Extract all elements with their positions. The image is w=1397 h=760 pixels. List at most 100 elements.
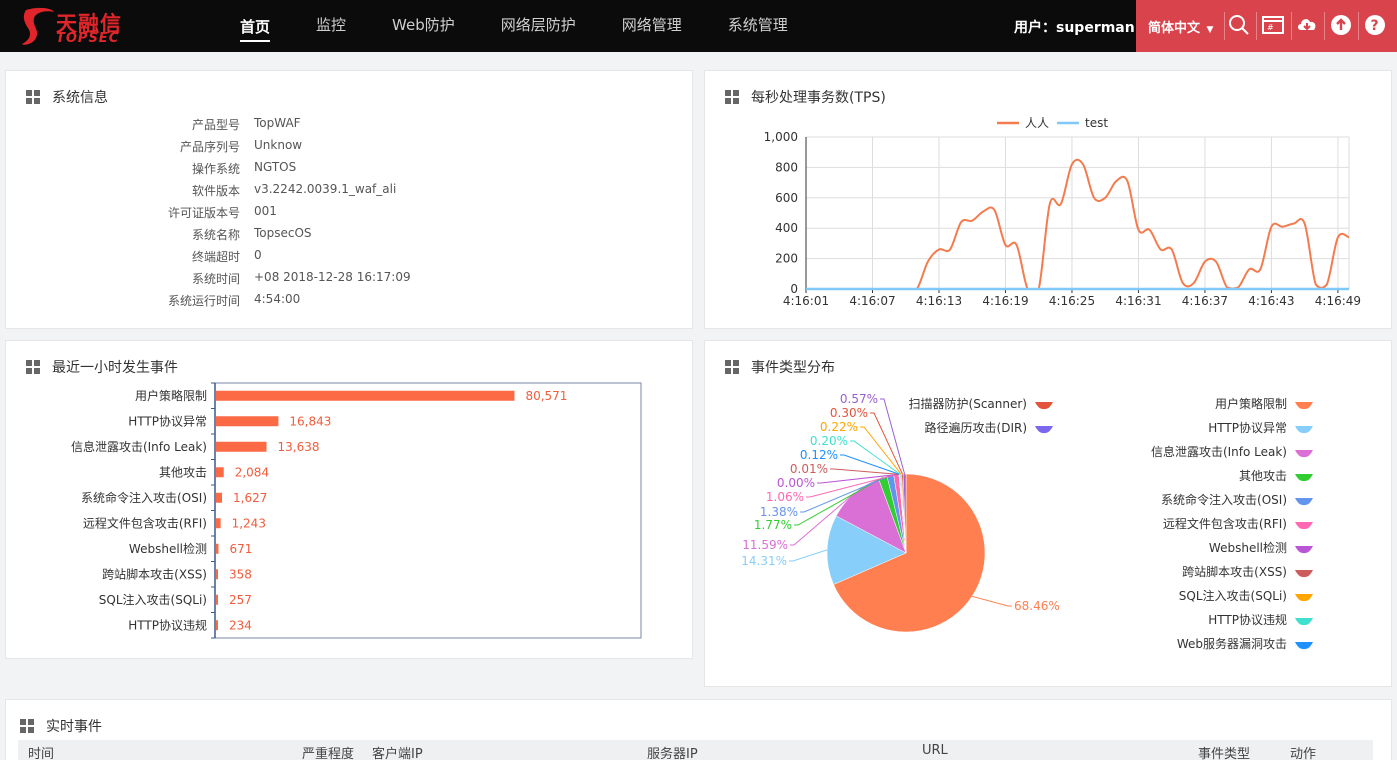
x-tick-label: 4:16:31 <box>1115 294 1161 308</box>
panel-title-text: 实时事件 <box>46 719 102 735</box>
legend-swatch <box>1295 642 1313 650</box>
nav-web-protect[interactable]: Web防护 <box>392 0 455 52</box>
topsec-logo[interactable]: 天融信 TOPSEC <box>18 4 148 48</box>
info-value: 001 <box>254 204 277 218</box>
legend-swatch <box>1295 402 1313 410</box>
divider <box>1324 12 1325 40</box>
info-key: 终端超时 <box>191 250 240 264</box>
bar-value-label: 671 <box>229 542 252 556</box>
bar-value-label: 1,243 <box>232 516 266 530</box>
bar <box>216 390 515 401</box>
pie-leader-line <box>870 412 903 475</box>
bar-value-label: 80,571 <box>525 389 567 403</box>
col-time[interactable]: 时间 <box>28 743 54 760</box>
legend-label: HTTP协议异常 <box>1208 420 1287 435</box>
col-severity[interactable]: 严重程度 <box>302 743 354 760</box>
pie-leader-line <box>789 549 828 562</box>
legend-label: Webshell检测 <box>1209 540 1287 555</box>
chevron-down-icon: ▼ <box>1206 25 1214 35</box>
category-label: 信息泄露攻击(Info Leak) <box>71 439 207 454</box>
legend-label: SQL注入攻击(SQLi) <box>1179 588 1287 603</box>
current-user: 用户：superman <box>1014 17 1135 37</box>
bar <box>216 467 224 478</box>
info-value: Unknow <box>254 138 303 152</box>
legend-swatch <box>1295 426 1313 434</box>
help-icon[interactable]: ? <box>1364 14 1386 36</box>
recent-events-panel: 最近一小时发生事件 用户策略限制 80,571 HTTP协议异常 16,843 信息泄露… <box>5 340 693 659</box>
bar <box>216 416 279 427</box>
legend-swatch <box>1295 570 1313 578</box>
search-icon[interactable] <box>1228 14 1250 36</box>
pie-value-label: 0.57% <box>840 392 878 406</box>
series-line-0 <box>806 158 1350 290</box>
y-tick-label: 200 <box>775 252 798 266</box>
svg-text:?: ? <box>1371 18 1379 34</box>
divider <box>1291 12 1292 40</box>
y-tick-label: 800 <box>775 160 798 174</box>
info-key: 系统运行时间 <box>167 294 240 308</box>
realtime-events-title: 实时事件 <box>20 716 102 736</box>
pie-leader-line <box>971 595 1012 607</box>
legend-swatch <box>1295 618 1313 626</box>
event-type-dist-panel: 事件类型分布 68.46% 14.31% 11.59% 1.77% 1.38% 1.06%… <box>704 340 1392 687</box>
language-select[interactable]: 简体中文 ▼ <box>1148 17 1213 36</box>
legend-label: Web服务器漏洞攻击 <box>1177 636 1287 651</box>
legend-label: 跨站脚本攻击(XSS) <box>1182 564 1287 579</box>
bar-value-label: 1,627 <box>233 491 267 505</box>
legend-swatch <box>1295 522 1313 530</box>
event-type-pie-chart: 68.46%14.31%11.59%1.77%1.38%1.06%0.00%0.… <box>741 392 1313 651</box>
category-label: 用户策略限制 <box>135 388 207 403</box>
bar <box>216 492 223 503</box>
download-icon[interactable] <box>1296 14 1318 36</box>
language-label: 简体中文 <box>1148 21 1201 36</box>
pie-leader-line <box>850 440 901 475</box>
info-value: NGTOS <box>254 160 297 174</box>
bar-value-label: 358 <box>229 567 252 581</box>
col-client-ip[interactable]: 客户端IP <box>372 743 423 760</box>
info-value: 0 <box>254 248 262 262</box>
nav-network-mgmt[interactable]: 网络管理 <box>622 0 682 52</box>
grid-icon <box>20 719 34 733</box>
info-key: 许可证版本号 <box>167 206 240 220</box>
x-tick-label: 4:16:13 <box>916 294 962 308</box>
nav-network-protect[interactable]: 网络层防护 <box>501 0 576 52</box>
category-label: SQL注入攻击(SQLi) <box>99 592 207 607</box>
nav-home[interactable]: 首页 <box>240 4 271 42</box>
legend-swatch <box>1295 498 1313 506</box>
bar-value-label: 234 <box>229 618 252 632</box>
legend-swatch <box>1035 426 1053 434</box>
col-server-ip[interactable]: 服务器IP <box>647 743 698 760</box>
legend-swatch <box>1295 546 1313 554</box>
y-tick-label: 0 <box>790 282 798 296</box>
col-action[interactable]: 动作 <box>1290 743 1316 760</box>
legend-label: 扫描器防护(Scanner) <box>909 396 1027 411</box>
upload-icon[interactable] <box>1330 14 1352 36</box>
legend-swatch <box>1035 402 1053 410</box>
legend-label: 其他攻击 <box>1239 469 1287 483</box>
x-tick-label: 4:16:49 <box>1315 294 1361 308</box>
user-label: 用户： <box>1014 20 1056 36</box>
divider <box>1224 12 1225 40</box>
brand-en: TOPSEC <box>56 31 120 46</box>
info-value: v3.2242.0039.1_waf_ali <box>254 182 397 196</box>
legend-label: 人人 <box>1025 116 1049 130</box>
monitor-icon[interactable]: # <box>1262 14 1284 36</box>
legend-label: test <box>1085 116 1108 130</box>
user-name: superman <box>1056 20 1135 36</box>
y-tick-label: 600 <box>775 191 798 205</box>
pie-value-label: 0.01% <box>790 462 828 476</box>
pie-value-label: 0.00% <box>777 476 815 490</box>
x-tick-label: 4:16:37 <box>1182 294 1228 308</box>
col-event-type[interactable]: 事件类型 <box>1198 743 1250 760</box>
tps-line-chart: 4:16:01 4:16:07 4:16:13 4:16:19 4:16:25 4:16:… <box>764 116 1361 308</box>
nav-monitor[interactable]: 监控 <box>316 0 346 52</box>
legend-swatch <box>1295 474 1313 482</box>
pie-leader-line <box>830 468 900 475</box>
category-label: HTTP协议异常 <box>128 413 207 428</box>
col-url[interactable]: URL <box>922 743 948 758</box>
nav-system-mgmt[interactable]: 系统管理 <box>728 0 788 52</box>
svg-text:#: # <box>1267 23 1274 32</box>
bar <box>216 620 218 631</box>
category-label: 远程文件包含攻击(RFI) <box>83 515 207 530</box>
tps-panel: 每秒处理事务数(TPS) 4:16:01 4:16:07 4:16:13 4:16:1… <box>704 70 1392 329</box>
